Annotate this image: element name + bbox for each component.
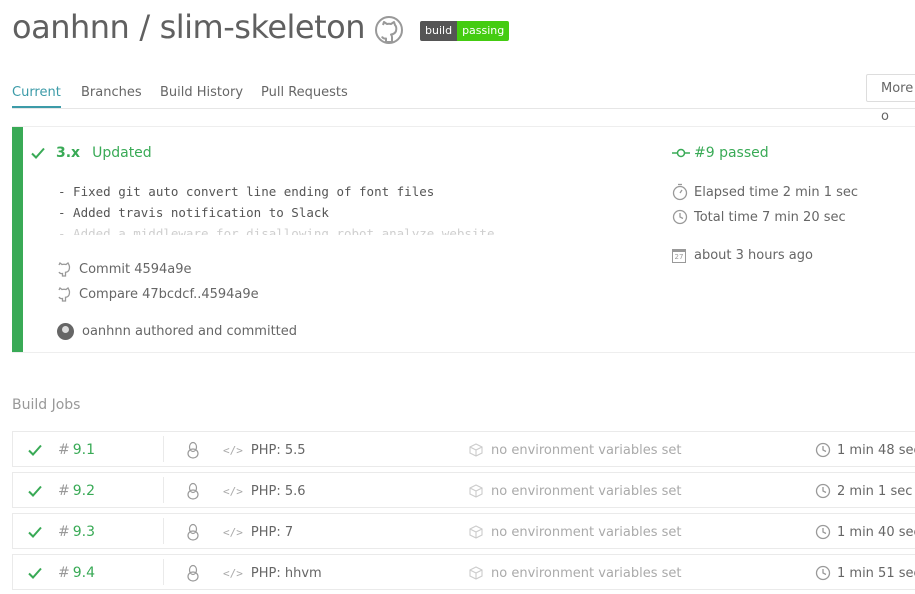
code-icon: </> (223, 443, 243, 457)
linux-icon (187, 564, 199, 582)
compare-label: Compare 47bcdcf..4594a9e (79, 286, 259, 302)
more-options-button[interactable]: More o (866, 74, 915, 124)
branch-name[interactable]: 3.x (56, 145, 80, 161)
hash-icon: # (58, 483, 70, 499)
passed-check-icon (31, 147, 45, 159)
job-duration: 1 min 51 sec (837, 565, 915, 581)
linux-icon (187, 441, 199, 459)
passed-check-icon (28, 485, 42, 497)
commit-message-line: - Added travis notification to Slack (58, 205, 329, 220)
job-env: no environment variables set (491, 483, 682, 499)
github-icon[interactable] (374, 15, 404, 45)
job-language: PHP: 5.6 (250, 483, 306, 499)
build-status-bar (12, 127, 23, 352)
job-env: no environment variables set (491, 524, 682, 540)
clock-icon (815, 442, 831, 458)
tab-branches[interactable]: Branches (81, 85, 142, 106)
job-row[interactable]: #9.4 </> PHP: hhvm no environment variabl… (12, 554, 915, 590)
job-env: no environment variables set (491, 565, 682, 581)
package-icon (469, 443, 483, 457)
commit-message-line: - Added a middleware for disallowing rob… (58, 226, 495, 235)
author-label: oanhnn authored and committed (82, 324, 298, 339)
job-language: PHP: 5.5 (250, 442, 306, 458)
clock-icon (815, 483, 831, 499)
code-icon: </> (223, 566, 243, 580)
avatar (57, 323, 74, 340)
hash-icon: # (58, 442, 70, 458)
stopwatch-icon (672, 183, 688, 201)
commit-node-icon (672, 148, 690, 158)
job-number: 9.4 (72, 565, 95, 581)
job-row[interactable]: #9.1 </> PHP: 5.5 no environment variable… (12, 431, 915, 467)
package-icon (469, 484, 483, 498)
commit-message-line: - Fixed git auto convert line ending of … (58, 184, 435, 199)
job-number: 9.1 (72, 442, 95, 458)
build-jobs-title: Build Jobs (12, 397, 81, 413)
job-language: PHP: 7 (250, 524, 294, 540)
clock-icon (672, 209, 688, 225)
clock-icon (815, 524, 831, 540)
author-row: oanhnn authored and committed (57, 323, 297, 340)
elapsed-time: Elapsed time 2 min 1 sec (672, 183, 858, 201)
build-status-text: Updated (92, 145, 152, 161)
job-row[interactable]: #9.2 </> PHP: 5.6 no environment variable… (12, 472, 915, 508)
github-icon (58, 262, 71, 277)
job-duration: 1 min 40 sec (837, 524, 915, 540)
commit-link[interactable]: Commit 4594a9e (56, 261, 192, 277)
badge-label: build (420, 21, 458, 41)
job-number: 9.3 (72, 524, 95, 540)
total-time: Total time 7 min 20 sec (672, 209, 846, 225)
package-icon (469, 525, 483, 539)
repo-owner-link[interactable]: oanhnn (12, 8, 130, 46)
job-language: PHP: hhvm (250, 565, 322, 581)
current-build-card: 3.x Updated - Fixed git auto convert lin… (12, 126, 915, 353)
badge-status: passing (457, 21, 510, 41)
build-branch-row: 3.x Updated (30, 145, 152, 161)
repo-tabs: Current Branches Build History Pull Requ… (12, 80, 915, 109)
passed-check-icon (28, 567, 42, 579)
compare-link[interactable]: Compare 47bcdcf..4594a9e (56, 286, 259, 302)
job-env: no environment variables set (491, 442, 682, 458)
tab-build-history[interactable]: Build History (160, 85, 243, 106)
job-duration: 1 min 48 sec (837, 442, 915, 458)
hash-icon: # (58, 565, 70, 581)
hash-icon: # (58, 524, 70, 540)
tab-current[interactable]: Current (12, 85, 61, 108)
code-icon: </> (223, 525, 243, 539)
commit-message: - Fixed git auto convert line ending of … (58, 181, 558, 235)
build-date: 27 about 3 hours ago (672, 248, 813, 263)
repo-name-link[interactable]: slim-skeleton (160, 8, 366, 46)
total-time-label: Total time 7 min 20 sec (694, 209, 846, 225)
passed-check-icon (28, 444, 42, 456)
repo-separator: / (139, 8, 150, 46)
build-date-label: about 3 hours ago (694, 248, 813, 263)
clock-icon (815, 565, 831, 581)
linux-icon (187, 523, 199, 541)
tab-pull-requests[interactable]: Pull Requests (261, 85, 348, 106)
job-number: 9.2 (72, 483, 95, 499)
passed-check-icon (28, 526, 42, 538)
github-icon (58, 287, 71, 302)
linux-icon (187, 482, 199, 500)
code-icon: </> (223, 484, 243, 498)
repo-title: oanhnn / slim-skeleton (12, 8, 366, 46)
job-row[interactable]: #9.3 </> PHP: 7 no environment variables … (12, 513, 915, 549)
calendar-icon: 27 (672, 248, 686, 263)
elapsed-time-label: Elapsed time 2 min 1 sec (694, 184, 859, 200)
build-number: #9 passed (694, 145, 769, 161)
commit-label: Commit 4594a9e (79, 261, 192, 277)
job-duration: 2 min 1 sec (837, 483, 913, 499)
package-icon (469, 566, 483, 580)
build-number-link[interactable]: #9 passed (672, 145, 769, 161)
build-status-badge[interactable]: build passing (420, 21, 510, 41)
